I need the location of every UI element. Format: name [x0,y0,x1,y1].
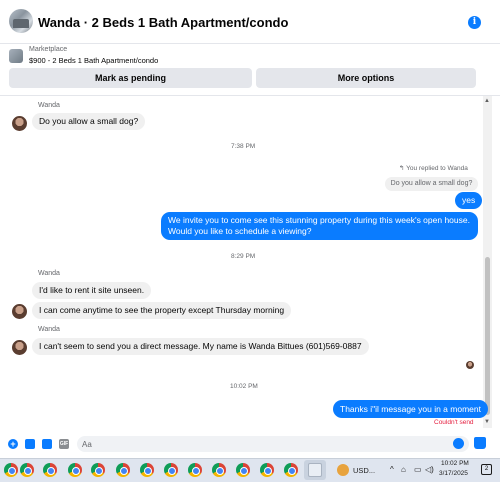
sticker-icon[interactable] [42,439,52,449]
scrollbar-thumb[interactable] [485,257,490,415]
divider [0,95,500,96]
timestamp: 10:02 PM [230,383,258,390]
chrome-icon[interactable] [43,463,57,477]
quoted-message[interactable]: Do you allow a small dog? [385,177,478,191]
listing-bar: Marketplace $900 - 2 Beds 1 Bath Apartme… [0,44,500,95]
outgoing-message[interactable]: Thanks i"il message you in a moment [333,400,488,418]
sender-name: Wanda [38,270,60,277]
message-input-box[interactable] [77,436,469,452]
chrome-icon[interactable] [212,463,226,477]
plus-icon[interactable]: + [8,439,18,449]
chrome-icon[interactable] [188,463,202,477]
replied-to-text: You replied to Wanda [406,165,468,172]
thumbs-up-icon[interactable] [474,437,486,449]
conversation-header: Wanda · 2 Beds 1 Bath Apartment/condo i [0,0,500,44]
info-icon[interactable]: i [468,16,481,29]
sender-name: Wanda [38,326,60,333]
listing-thumbnail[interactable] [9,49,23,63]
chrome-icon[interactable] [116,463,130,477]
emoji-icon[interactable] [453,438,464,449]
outgoing-message[interactable]: yes [455,192,483,209]
wanda-avatar[interactable] [12,304,27,319]
scroll-up-icon[interactable]: ▲ [484,98,490,104]
gif-icon[interactable]: GIF [59,439,69,449]
incoming-message[interactable]: I'd like to rent it site unseen. [32,282,152,299]
listing-price-title[interactable]: $900 - 2 Beds 1 Bath Apartment/condo [29,56,158,65]
incoming-message[interactable]: I can't seem to send you a direct messag… [32,338,369,355]
chevron-up-icon[interactable]: ^ [390,465,394,474]
message-input[interactable] [82,436,442,452]
message-line: Would you like to schedule a viewing? [168,226,312,236]
send-error-status[interactable]: Couldn't send [434,419,474,426]
incoming-message[interactable]: Do you allow a small dog? [32,113,146,130]
timestamp: 7:38 PM [231,143,256,150]
notifications-icon[interactable]: 2 [481,464,492,475]
currency-widget-icon[interactable] [337,464,349,476]
sender-name: Wanda [38,102,60,109]
listing-avatar[interactable] [9,9,33,33]
chrome-icon[interactable] [140,463,154,477]
wanda-avatar[interactable] [12,340,27,355]
battery-icon[interactable]: ▭ [414,465,422,474]
marketplace-label: Marketplace [29,46,68,53]
chrome-icon[interactable] [68,463,82,477]
chrome-icon[interactable] [164,463,178,477]
mark-as-pending-button[interactable]: Mark as pending [9,68,252,88]
replied-to-label: ↰ You replied to Wanda [399,164,468,172]
outgoing-message[interactable]: We invite you to come see this stunning … [161,212,478,240]
chrome-icon[interactable] [260,463,274,477]
reply-arrow-icon: ↰ [399,165,405,172]
clock-date[interactable]: 3/17/2025 [439,470,468,477]
currency-widget-label[interactable]: USD... [353,466,375,475]
seen-indicator-avatar [466,361,474,369]
message-line: We invite you to come see this stunning … [168,215,470,225]
app-window-icon[interactable] [308,463,322,477]
clock-time[interactable]: 10:02 PM [441,460,469,467]
wanda-avatar[interactable] [12,116,27,131]
network-icon[interactable]: ⌂ [401,465,406,474]
chrome-icon[interactable] [4,463,18,477]
chrome-icon[interactable] [91,463,105,477]
conversation-title[interactable]: Wanda · 2 Beds 1 Bath Apartment/condo [38,15,288,30]
more-options-button[interactable]: More options [256,68,476,88]
scroll-down-icon[interactable]: ▼ [484,419,490,425]
chrome-icon[interactable] [20,463,34,477]
photo-icon[interactable] [25,439,35,449]
timestamp: 8:29 PM [231,253,256,260]
volume-icon[interactable]: ◁) [425,465,434,474]
incoming-message[interactable]: I can come anytime to see the property e… [32,302,292,319]
chrome-icon[interactable] [284,463,298,477]
chrome-icon[interactable] [236,463,250,477]
